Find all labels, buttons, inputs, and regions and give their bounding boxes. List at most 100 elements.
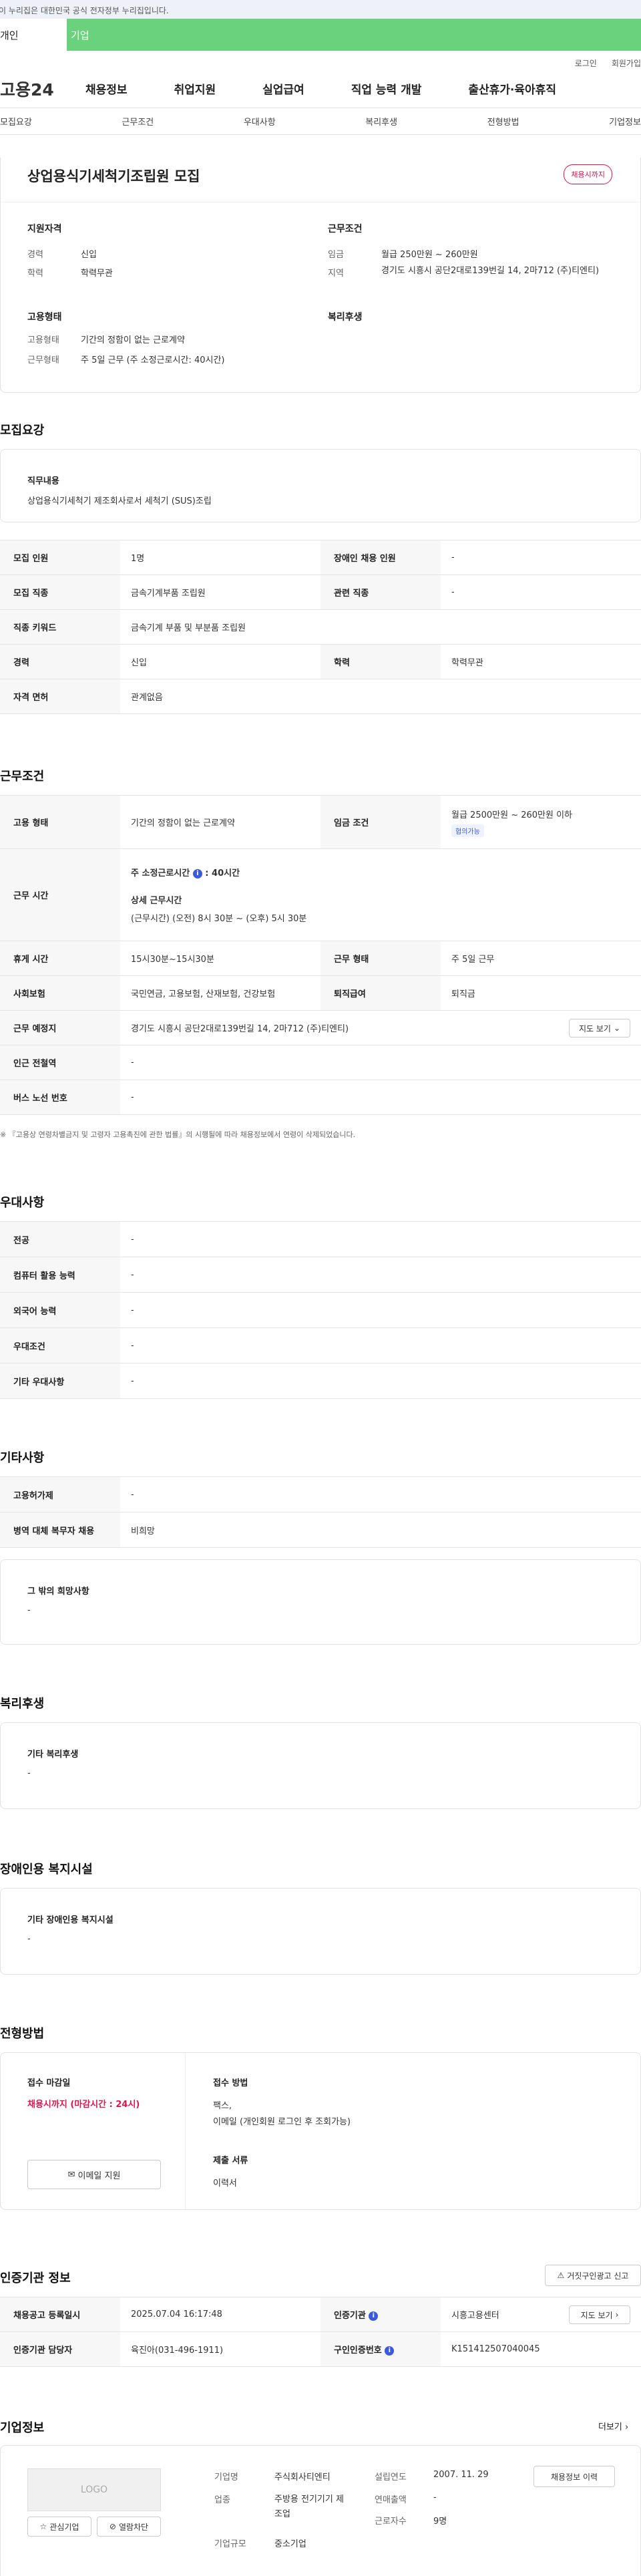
welfare-section-title: 복리후생 xyxy=(0,1697,45,1711)
gnb-item-support[interactable]: 취업지원 xyxy=(174,80,216,97)
gov-banner: 이 누리집은 대한민국 공식 전자정부 누리집입니다. xyxy=(0,0,641,19)
military-header: 병역 대체 복무자 채용 xyxy=(0,1512,120,1548)
place-header: 근무 예정지 xyxy=(0,1010,120,1045)
sales-value: - xyxy=(433,2492,437,2503)
login-link[interactable]: 로그인 xyxy=(575,57,597,69)
wage-header: 임금 조건 xyxy=(320,795,441,849)
method-value-2: 이메일 (개인회원 로그인 후 조회가능) xyxy=(213,2117,351,2127)
hours-detail-label: 상세 근무시간 xyxy=(131,896,182,906)
chevron-down-icon: ⌄ xyxy=(613,1023,621,1033)
headcount-header: 모집 인원 xyxy=(0,540,120,575)
join-link[interactable]: 회원가입 xyxy=(612,57,641,69)
disabled-header: 장애인 채용 인원 xyxy=(320,540,441,575)
subnav-selection[interactable]: 전형방법 xyxy=(487,115,519,128)
subnav-recruit[interactable]: 모집요강 xyxy=(0,115,32,128)
welfare-value: - xyxy=(27,1768,31,1778)
selection-card: 접수 마감일 채용시까지 (마감시간 : 24시) ✉ 이메일 지원 접수 방법 … xyxy=(0,2052,641,2210)
info-icon[interactable]: i xyxy=(369,2311,379,2321)
career-value: 신입 xyxy=(81,250,97,260)
edu-value: 학력무관 xyxy=(81,269,113,279)
emp-count-value: 9명 xyxy=(433,2517,447,2527)
wage-cell: 월급 2500만원 ~ 260만원 이하 협의가능 xyxy=(441,795,641,849)
recruit-section-title: 모집요강 xyxy=(0,424,45,438)
gnb-item-jobs[interactable]: 채용정보 xyxy=(85,80,128,97)
map-button[interactable]: 지도 보기 ⌄ xyxy=(569,1019,630,1037)
area-value: 경기도 시흥시 공단2대로139번길 14, 2마712 (주)티엔티) xyxy=(381,266,600,276)
more-link[interactable]: 더보기 › xyxy=(598,2420,628,2432)
pref-etc-header: 기타 우대사항 xyxy=(0,1363,120,1399)
section-nav: 모집요강 근무조건 우대사항 복리후생 전형방법 기업정보 xyxy=(0,108,641,135)
emptype-value: 기간의 정함이 없는 근로계약 xyxy=(81,335,185,345)
work-section-title: 근무조건 xyxy=(0,770,45,784)
est-label: 설립연도 xyxy=(375,2472,407,2482)
hours-cell: 주 소정근로시간 i : 40시간 상세 근무시간 (근무시간) (오전) 8시… xyxy=(120,848,641,941)
disability-label: 기타 장애인용 복지시설 xyxy=(27,1915,114,1925)
subnav-work[interactable]: 근무조건 xyxy=(122,115,154,128)
subnav-company[interactable]: 기업정보 xyxy=(609,115,641,128)
duty-value: 상업용식기세척기 제조회사로서 세척기 (SUS)조립 xyxy=(27,496,212,506)
license-value: 관계없음 xyxy=(120,679,641,714)
rest-value: 15시30분~15시30분 xyxy=(120,941,320,976)
subnav-pref[interactable]: 우대사항 xyxy=(244,115,276,128)
pref-computer-header: 컴퓨터 활용 능력 xyxy=(0,1257,120,1293)
reg-value: 2025.07.04 16:17:48 xyxy=(120,2297,320,2332)
sales-label: 연매출액 xyxy=(375,2495,407,2505)
subnav-welfare[interactable]: 복리후생 xyxy=(365,115,397,128)
email-apply-label: 이메일 지원 xyxy=(77,2170,121,2181)
other-wish-value: - xyxy=(27,1605,31,1615)
hours-header: 근무 시간 xyxy=(0,848,120,941)
emp-count-label: 근로자수 xyxy=(375,2517,407,2527)
site-logo[interactable]: 고용24 xyxy=(0,77,80,101)
info-icon[interactable]: i xyxy=(385,2346,395,2356)
disabled-value: - xyxy=(441,540,641,575)
qual-title: 지원자격 xyxy=(27,224,62,234)
rec-edu-value: 학력무관 xyxy=(441,644,641,679)
job-history-button[interactable]: 채용정보 이력 xyxy=(533,2466,615,2487)
email-apply-button[interactable]: ✉ 이메일 지원 xyxy=(27,2160,161,2189)
agency-section-title: 인증기관 정보 xyxy=(0,2271,71,2285)
severance-header: 퇴직급여 xyxy=(320,975,441,1011)
age-note: ※ 『고용상 연령차별금지 및 고령자 고용촉진에 관한 법률』의 시행될에 따… xyxy=(0,1130,356,1139)
license-header: 자격 면허 xyxy=(0,679,120,714)
gnb-item-benefit[interactable]: 실업급여 xyxy=(262,80,304,97)
area-label: 지역 xyxy=(328,269,344,279)
no-header: 구인인증번호 i xyxy=(320,2331,441,2367)
favorite-button[interactable]: ☆ 관심기업 xyxy=(27,2517,91,2537)
gnb-item-training[interactable]: 직업 능력 개발 xyxy=(351,80,422,97)
job-title: 상업용식기세척기조립원 모집 xyxy=(27,168,200,184)
cond-title: 근무조건 xyxy=(328,224,363,234)
info-icon[interactable]: i xyxy=(192,868,202,878)
tab-enterprise[interactable]: 기업 xyxy=(67,19,641,51)
report-button[interactable]: ⚠ 거짓구인광고 신고 xyxy=(545,2265,641,2286)
duty-label: 직무내용 xyxy=(27,476,59,486)
pref-cond-header: 우대조건 xyxy=(0,1327,120,1363)
more-label: 더보기 xyxy=(598,2422,622,2432)
gnb-item-leave[interactable]: 출산휴가·육아휴직 xyxy=(468,80,556,97)
emptype-label: 고용형태 xyxy=(27,335,59,345)
worktype-value: 주 5일 근무 (주 소정근로시간: 40시간) xyxy=(81,355,225,365)
permit-value: - xyxy=(120,1476,641,1512)
reg-header: 채용공고 등록일시 xyxy=(0,2297,120,2332)
agency-map-button[interactable]: 지도 보기 › xyxy=(569,2305,630,2324)
company-logo: LOGO xyxy=(27,2468,161,2511)
edu-label: 학력 xyxy=(27,269,43,279)
tab-personal[interactable]: 개인 xyxy=(0,19,67,51)
etc-section-title: 기타사항 xyxy=(0,1451,45,1465)
block-label: 열람차단 xyxy=(118,2522,149,2532)
insurance-header: 사회보험 xyxy=(0,975,120,1011)
mail-icon: ✉ xyxy=(67,2169,75,2180)
recruit-table: 모집 인원 1명 장애인 채용 인원 - 모집 직종 금속기계부품 조립원 관련… xyxy=(0,540,641,714)
gov-banner-text: 이 누리집은 대한민국 공식 전자정부 누리집입니다. xyxy=(0,6,169,15)
map-button-label: 지도 보기 xyxy=(578,1023,611,1033)
block-button[interactable]: ⊘ 열람차단 xyxy=(97,2517,161,2537)
mgr-value: 육진아(031-496-1911) xyxy=(120,2331,320,2367)
other-wish-label: 그 밖의 희망사항 xyxy=(27,1587,89,1597)
method-value-1: 팩스, xyxy=(213,2101,232,2111)
keyword-value: 금속기계 부품 및 부분품 조립원 xyxy=(120,609,641,645)
rest-header: 휴게 시간 xyxy=(0,941,120,976)
disability-card: 기타 장애인용 복지시설 - xyxy=(0,1888,641,1975)
worktype-label: 근무형태 xyxy=(27,355,59,365)
career-label: 경력 xyxy=(27,250,43,260)
welfare-card: 기타 복리후생 - xyxy=(0,1722,641,1809)
est-value: 2007. 11. 29 xyxy=(433,2470,489,2480)
